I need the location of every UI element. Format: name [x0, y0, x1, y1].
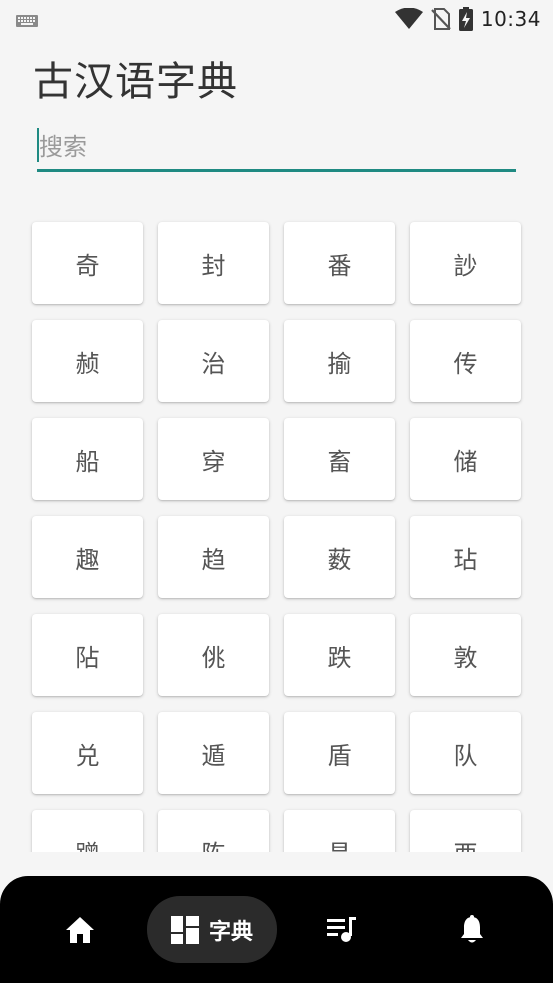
character-card[interactable]: 盾	[284, 712, 395, 794]
search-field[interactable]	[37, 126, 516, 172]
character-card[interactable]: 畜	[284, 418, 395, 500]
search-input[interactable]	[37, 126, 516, 168]
page-title: 古汉语字典	[33, 59, 238, 105]
text-caret	[37, 128, 39, 162]
character-card[interactable]: 传	[410, 320, 521, 402]
character-card[interactable]: 趣	[32, 516, 143, 598]
character-card[interactable]: 玷	[410, 516, 521, 598]
character-card[interactable]: 穿	[158, 418, 269, 500]
nav-notifications[interactable]	[440, 896, 504, 963]
nav-dictionary-label: 字典	[208, 919, 253, 945]
character-card[interactable]: 敦	[410, 614, 521, 696]
character-card[interactable]: 昌	[284, 810, 395, 852]
character-card[interactable]: 趋	[158, 516, 269, 598]
status-bar: 10:34	[0, 0, 553, 38]
character-card[interactable]: 揄	[284, 320, 395, 402]
home-icon	[65, 916, 95, 944]
character-card[interactable]: 跌	[284, 614, 395, 696]
bottom-navigation: 字典	[0, 876, 553, 983]
dictionary-icon	[170, 915, 199, 944]
character-card[interactable]: 阽	[32, 614, 143, 696]
character-card[interactable]: 兑	[32, 712, 143, 794]
character-card[interactable]: 佻	[158, 614, 269, 696]
character-grid: 奇封番訬赪治揄传船穿畜储趣趋薮玷阽佻跌敦兑遁盾队蹭陈昌酉	[32, 222, 521, 852]
keyboard-icon	[16, 12, 38, 27]
nav-dictionary[interactable]: 字典	[147, 896, 277, 963]
nav-home[interactable]	[48, 896, 112, 963]
bell-icon	[459, 914, 485, 945]
character-card[interactable]: 奇	[32, 222, 143, 304]
battery-charging-icon	[458, 7, 473, 31]
playlist-music-icon	[327, 916, 357, 943]
status-time: 10:34	[480, 7, 541, 31]
character-card[interactable]: 陈	[158, 810, 269, 852]
character-card[interactable]: 船	[32, 418, 143, 500]
status-icons: 10:34	[394, 4, 541, 34]
character-grid-scroll[interactable]: 奇封番訬赪治揄传船穿畜储趣趋薮玷阽佻跌敦兑遁盾队蹭陈昌酉	[0, 200, 553, 852]
wifi-icon	[394, 8, 423, 30]
no-sim-icon	[431, 8, 451, 30]
character-card[interactable]: 酉	[410, 810, 521, 852]
app-screen: 10:34 古汉语字典 奇封番訬赪治揄传船穿畜储趣趋薮玷阽佻跌敦兑遁盾队蹭陈昌酉	[0, 0, 553, 983]
character-card[interactable]: 遁	[158, 712, 269, 794]
nav-playlist[interactable]	[310, 896, 374, 963]
character-card[interactable]: 储	[410, 418, 521, 500]
character-card[interactable]: 訬	[410, 222, 521, 304]
character-card[interactable]: 封	[158, 222, 269, 304]
character-card[interactable]: 蹭	[32, 810, 143, 852]
character-card[interactable]: 队	[410, 712, 521, 794]
character-card[interactable]: 赪	[32, 320, 143, 402]
character-card[interactable]: 薮	[284, 516, 395, 598]
character-card[interactable]: 番	[284, 222, 395, 304]
character-card[interactable]: 治	[158, 320, 269, 402]
